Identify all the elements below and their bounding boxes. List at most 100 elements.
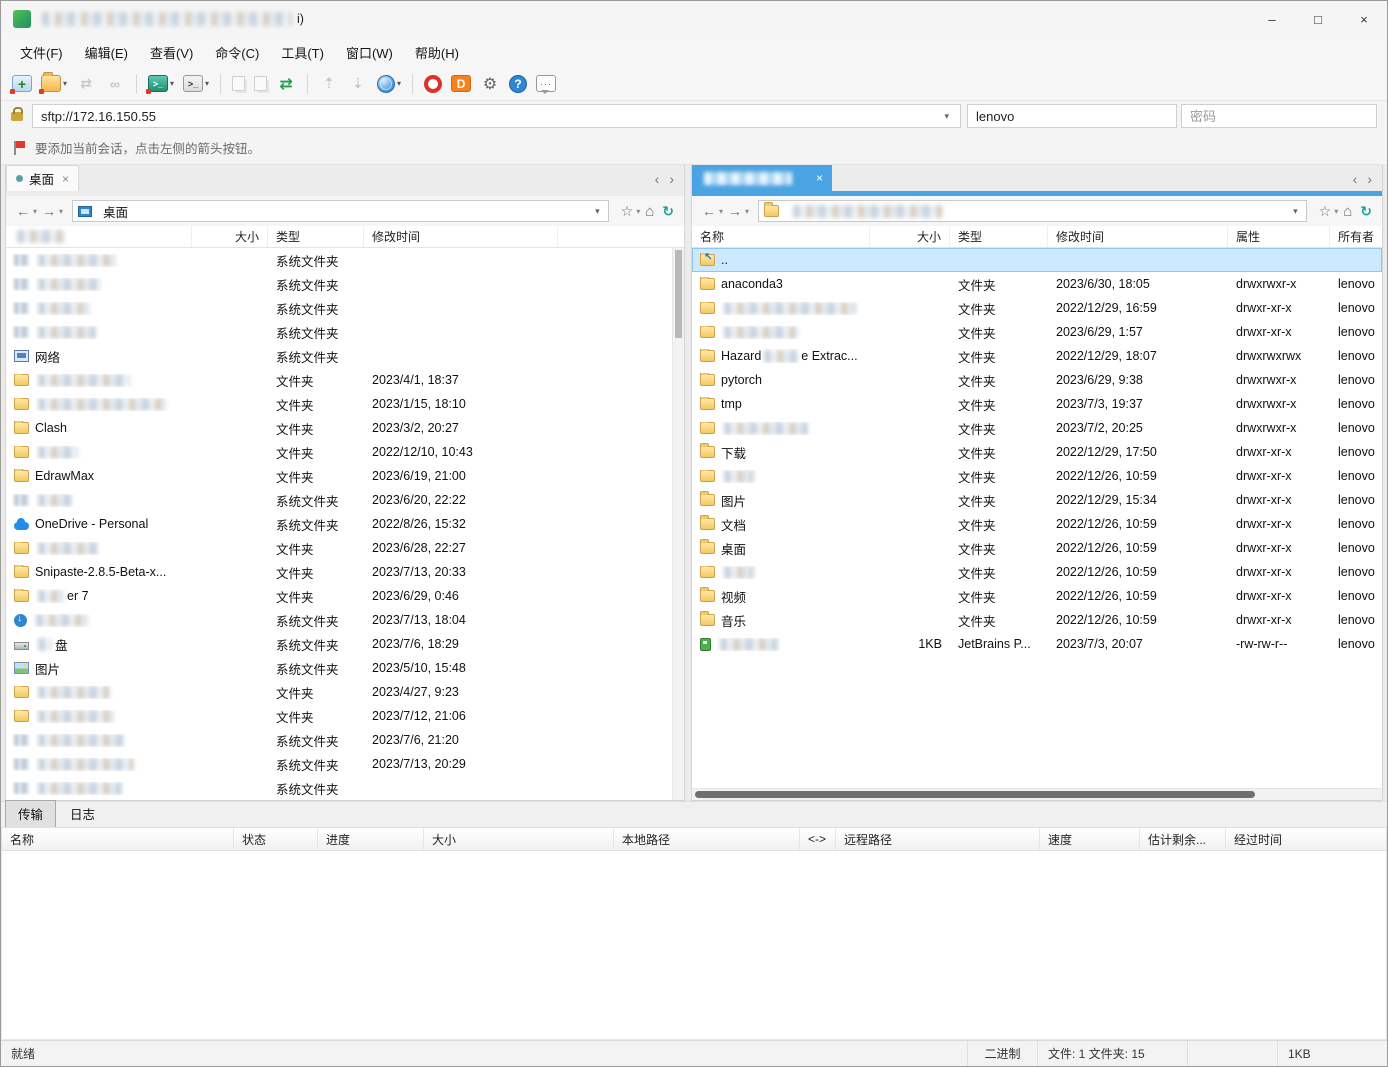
file-row[interactable]: Snipaste-2.8.5-Beta-x... 文件夹 2023/7/13, 20… (6, 560, 684, 584)
bookmark-caret-icon[interactable]: ▾ (1334, 207, 1338, 216)
chevron-down-icon[interactable]: ▾ (941, 111, 952, 122)
queue-column-header[interactable]: 状态 (234, 828, 318, 850)
menu-item[interactable]: 帮助(H) (404, 39, 470, 66)
chevron-down-icon[interactable]: ▾ (1290, 206, 1301, 217)
chevron-down-icon[interactable]: ▾ (170, 79, 174, 88)
queue-column-header[interactable]: 名称 (2, 828, 234, 850)
password-input[interactable] (1181, 104, 1377, 128)
opera-button[interactable] (421, 72, 445, 96)
file-row[interactable]: 文件夹 2023/7/2, 20:25 drwxrwxr-x lenovo (692, 416, 1382, 440)
tab-scroll-left-icon[interactable]: ‹ (1353, 171, 1358, 187)
remote-tab[interactable]: × (692, 165, 832, 191)
tab-scroll-left-icon[interactable]: ‹ (655, 171, 660, 187)
file-row[interactable]: 文件夹 2023/1/15, 18:10 (6, 392, 684, 416)
terminal-button[interactable]: ▾ (145, 72, 177, 95)
file-row[interactable]: 系统文件夹 2023/7/13, 20:29 (6, 752, 684, 776)
scrollbar-thumb[interactable] (695, 791, 1255, 798)
back-button[interactable]: ← (13, 203, 33, 219)
queue-column-header[interactable]: <-> (800, 828, 836, 850)
menu-item[interactable]: 文件(F) (9, 39, 74, 66)
file-row[interactable]: 文件夹 2023/6/28, 22:27 (6, 536, 684, 560)
file-row[interactable]: 系统文件夹 (6, 296, 684, 320)
queue-column-header[interactable]: 经过时间 (1226, 828, 1386, 850)
new-session-button[interactable] (9, 72, 35, 95)
forward-button[interactable]: → (39, 203, 59, 219)
tab-scroll-right-icon[interactable]: › (1367, 171, 1372, 187)
menu-item[interactable]: 查看(V) (139, 39, 204, 66)
file-row[interactable]: 系统文件夹 (6, 320, 684, 344)
globe-sites-button[interactable]: ▾ (374, 72, 404, 96)
local-tab[interactable]: 桌面 × (6, 165, 80, 191)
open-site-button[interactable]: ▾ (38, 72, 70, 95)
column-header[interactable]: 大小 (870, 226, 950, 247)
queue-column-header[interactable]: 估计剩余... (1140, 828, 1226, 850)
help-button[interactable] (506, 72, 530, 96)
file-row[interactable]: 视频 文件夹 2022/12/26, 10:59 drwxr-xr-x lenovo (692, 584, 1382, 608)
column-header[interactable]: 所有者 (1330, 226, 1382, 247)
file-row[interactable]: 网络 系统文件夹 (6, 344, 684, 368)
queue-column-header[interactable]: 进度 (318, 828, 424, 850)
refresh-icon[interactable]: ↻ (1357, 203, 1375, 220)
file-row[interactable]: 文件夹 2023/7/12, 21:06 (6, 704, 684, 728)
file-row[interactable]: pytorch 文件夹 2023/6/29, 9:38 drwxrwxr-x lenov… (692, 368, 1382, 392)
session-address-combo[interactable]: sftp://172.16.150.55 ▾ (32, 104, 961, 128)
column-header[interactable] (6, 226, 192, 247)
back-history-icon[interactable]: ▾ (33, 207, 37, 216)
file-row[interactable]: OneDrive - Personal 系统文件夹 2022/8/26, 15:32 (6, 512, 684, 536)
close-tab-icon[interactable]: × (816, 171, 823, 185)
chevron-down-icon[interactable]: ▾ (205, 79, 209, 88)
remote-path-combo[interactable]: ▾ (758, 200, 1307, 222)
chevron-down-icon[interactable]: ▾ (397, 79, 401, 88)
column-header[interactable]: 名称 (692, 226, 870, 247)
file-row[interactable]: 图片 文件夹 2022/12/29, 15:34 drwxr-xr-x lenovo (692, 488, 1382, 512)
bottom-tab[interactable]: 日志 (58, 801, 107, 827)
file-row[interactable]: 文档 文件夹 2022/12/26, 10:59 drwxr-xr-x lenovo (692, 512, 1382, 536)
file-row[interactable]: 系统文件夹 (6, 776, 684, 800)
swap-panels-button[interactable] (273, 72, 299, 95)
file-row[interactable]: 音乐 文件夹 2022/12/26, 10:59 drwxr-xr-x lenovo (692, 608, 1382, 632)
file-row[interactable]: 系统文件夹 (6, 272, 684, 296)
file-row[interactable]: 下载 文件夹 2022/12/29, 17:50 drwxr-xr-x lenovo (692, 440, 1382, 464)
queue-column-header[interactable]: 本地路径 (614, 828, 800, 850)
file-row[interactable]: anaconda3 文件夹 2023/6/30, 18:05 drwxrwxr-x le… (692, 272, 1382, 296)
bookmark-star-icon[interactable]: ☆ (618, 203, 637, 220)
local-vertical-scrollbar[interactable] (672, 248, 684, 800)
chevron-down-icon[interactable]: ▾ (63, 79, 67, 88)
file-row[interactable]: EdrawMax 文件夹 2023/6/19, 21:00 (6, 464, 684, 488)
menu-item[interactable]: 工具(T) (270, 39, 335, 66)
file-row[interactable]: 盘 系统文件夹 2023/7/6, 18:29 (6, 632, 684, 656)
column-header[interactable]: 类型 (950, 226, 1048, 247)
feedback-button[interactable] (533, 72, 559, 95)
file-row[interactable]: 文件夹 2022/12/29, 16:59 drwxr-xr-x lenovo (692, 296, 1382, 320)
queue-column-header[interactable]: 远程路径 (836, 828, 1040, 850)
maximize-button[interactable]: □ (1295, 1, 1341, 37)
home-icon[interactable]: ⌂ (642, 203, 657, 220)
column-header[interactable]: 类型 (268, 226, 364, 247)
minimize-button[interactable]: – (1249, 1, 1295, 37)
username-input[interactable] (967, 104, 1177, 128)
menu-item[interactable]: 命令(C) (204, 39, 270, 66)
tab-scroll-right-icon[interactable]: › (669, 171, 674, 187)
file-row[interactable]: 文件夹 2022/12/10, 10:43 (6, 440, 684, 464)
chevron-down-icon[interactable]: ▾ (592, 206, 603, 217)
docs-button[interactable] (448, 72, 474, 95)
console-button[interactable]: ▾ (180, 72, 212, 95)
settings-gear-button[interactable] (477, 72, 503, 95)
forward-history-icon[interactable]: ▾ (745, 207, 749, 216)
close-tab-icon[interactable]: × (62, 172, 69, 186)
file-row[interactable]: 桌面 文件夹 2022/12/26, 10:59 drwxr-xr-x lenovo (692, 536, 1382, 560)
file-row[interactable]: .. (692, 248, 1382, 272)
queue-column-header[interactable]: 大小 (424, 828, 614, 850)
file-row[interactable]: Hazard e Extrac... 文件夹 2022/12/29, 18:07 drw… (692, 344, 1382, 368)
file-row[interactable]: 系统文件夹 (6, 248, 684, 272)
column-header[interactable]: 修改时间 (1048, 226, 1228, 247)
forward-history-icon[interactable]: ▾ (59, 207, 63, 216)
file-row[interactable]: 1KB JetBrains P... 2023/7/3, 20:07 -rw-rw-r… (692, 632, 1382, 656)
file-row[interactable]: 文件夹 2023/4/27, 9:23 (6, 680, 684, 704)
column-header[interactable]: 大小 (192, 226, 268, 247)
forward-button[interactable]: → (725, 203, 745, 219)
local-path-combo[interactable]: 桌面 ▾ (72, 200, 609, 222)
home-icon[interactable]: ⌂ (1340, 203, 1355, 220)
queue-column-header[interactable]: 速度 (1040, 828, 1140, 850)
bookmark-star-icon[interactable]: ☆ (1316, 203, 1335, 220)
